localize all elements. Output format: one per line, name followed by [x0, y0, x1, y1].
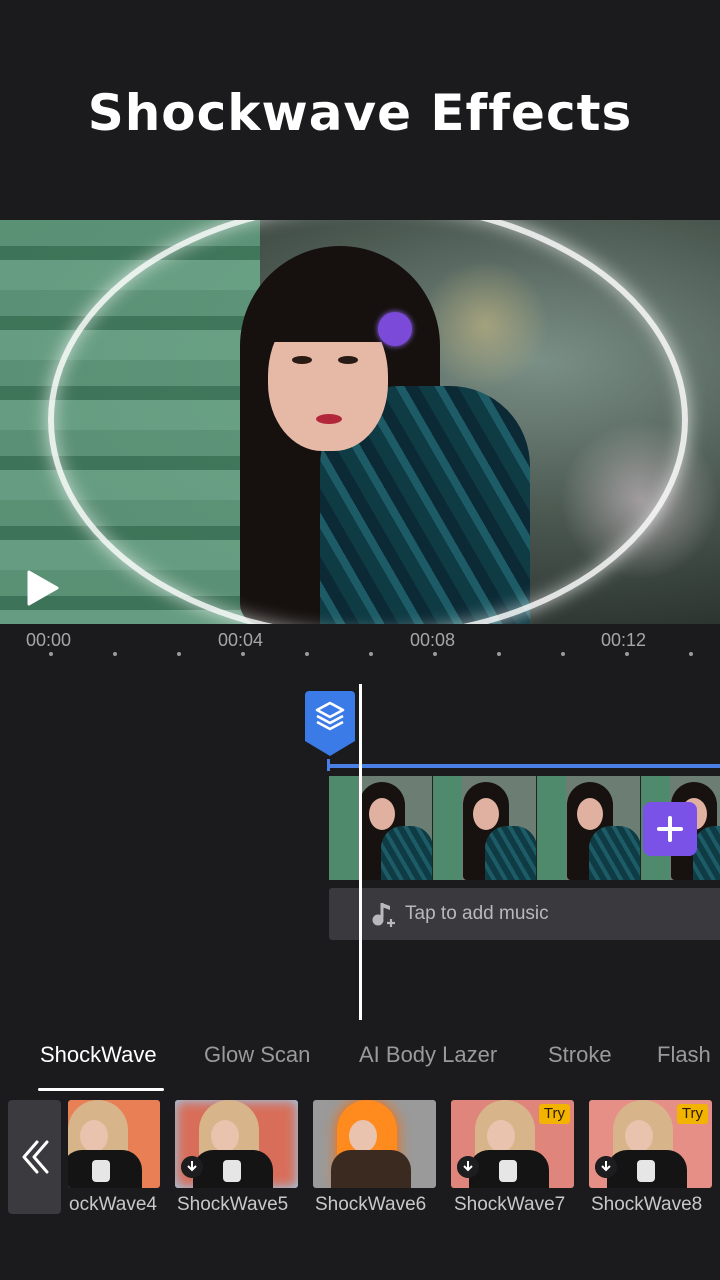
tab-stroke[interactable]: Stroke	[548, 1042, 612, 1068]
music-label: Tap to add music	[405, 903, 549, 924]
effect-label: ShockWave5	[177, 1194, 289, 1215]
tab-ai-body-lazer[interactable]: AI Body Lazer	[359, 1042, 497, 1068]
try-badge: Try	[676, 1104, 708, 1124]
download-icon	[181, 1156, 203, 1178]
tick-label: 00:12	[601, 630, 647, 650]
clip-frame	[433, 776, 537, 880]
tick-dot	[689, 652, 693, 656]
collapse-button[interactable]	[8, 1100, 61, 1214]
tick-dot	[305, 652, 309, 656]
tick-dot	[113, 652, 117, 656]
tick-dot	[241, 652, 245, 656]
effect-label: ShockWave6	[315, 1194, 427, 1215]
tick-dot	[369, 652, 373, 656]
plus-icon[interactable]	[643, 802, 697, 856]
timeline-ruler[interactable]: 00:00 00:04 00:08 00:12	[0, 624, 720, 668]
header: Shockwave Effects	[0, 0, 720, 220]
tick-dot	[625, 652, 629, 656]
effect-category-tabs: ShockWave Glow Scan AI Body Lazer Stroke…	[0, 1034, 720, 1094]
tick-dot	[177, 652, 181, 656]
download-icon	[595, 1156, 617, 1178]
try-badge: Try	[538, 1104, 570, 1124]
effect-label: ockWave4	[69, 1194, 157, 1215]
shockwave-ring	[48, 220, 688, 624]
effect-thumb-shockwave6[interactable]	[313, 1100, 436, 1188]
effect-thumb-shockwave7[interactable]: Try	[451, 1100, 574, 1188]
double-chevron-left-icon	[22, 1140, 49, 1174]
play-icon[interactable]	[26, 570, 60, 606]
effect-label: ShockWave8	[591, 1194, 703, 1215]
tick-label: 00:08	[410, 630, 456, 650]
clip-frame	[329, 776, 433, 880]
active-tab-indicator	[38, 1088, 164, 1091]
tab-shockwave[interactable]: ShockWave	[40, 1042, 157, 1068]
playhead[interactable]	[359, 684, 362, 1020]
music-note-add-icon	[372, 903, 395, 927]
effect-thumb-shockwave5[interactable]	[175, 1100, 298, 1188]
effect-thumb-shockwave4[interactable]	[68, 1100, 160, 1188]
tick-dot	[49, 652, 53, 656]
add-music-track[interactable]: Tap to add music	[329, 888, 720, 940]
download-icon	[457, 1156, 479, 1178]
tick-dot	[497, 652, 501, 656]
effect-list: ockWave4 ShockWave5 ShockWave6 Try Shock…	[0, 1098, 720, 1228]
tick-label: 00:04	[218, 630, 264, 650]
layers-icon[interactable]	[303, 689, 357, 757]
tab-glow-scan[interactable]: Glow Scan	[204, 1042, 310, 1068]
page-title: Shockwave Effects	[87, 84, 633, 142]
effect-thumb-shockwave8[interactable]: Try	[589, 1100, 712, 1188]
effect-label: ShockWave7	[454, 1194, 566, 1215]
tick-dot	[561, 652, 565, 656]
tick-dot	[433, 652, 437, 656]
tab-flash[interactable]: Flash	[657, 1042, 711, 1068]
tick-label: 00:00	[26, 630, 72, 650]
video-preview[interactable]	[0, 220, 720, 624]
clip-frame	[537, 776, 641, 880]
effect-selection-line[interactable]	[328, 764, 720, 768]
